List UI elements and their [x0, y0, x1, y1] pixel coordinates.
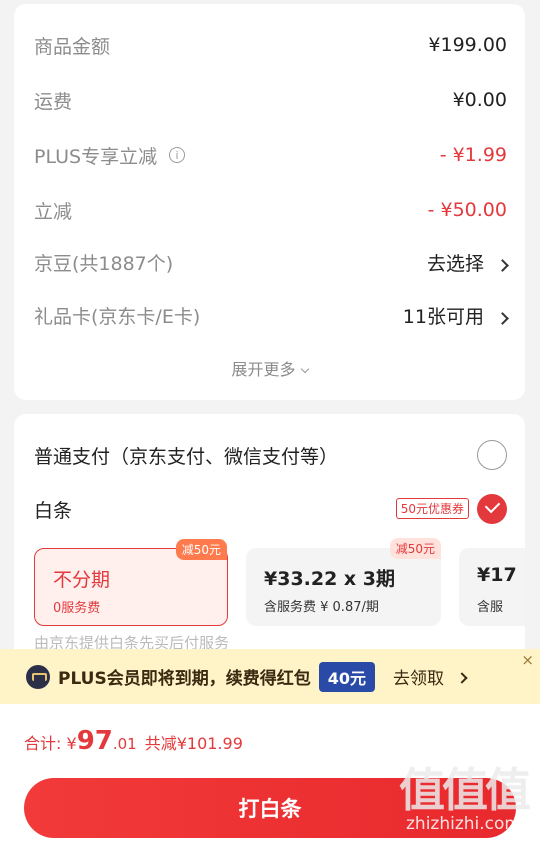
chevron-right-icon	[456, 672, 468, 684]
chevron-right-icon	[496, 258, 509, 272]
banner-text: PLUS会员即将到期，续费得红包	[58, 669, 311, 689]
row-value: 去选择	[426, 252, 484, 275]
plus-logo-icon	[26, 664, 50, 689]
expand-more-label: 展开更多	[231, 360, 296, 379]
plan-3-installments[interactable]: 减50元 ¥33.22 x 3期 含服务费 ¥ 0.87/期	[246, 538, 441, 626]
radio-normal-pay[interactable]	[477, 440, 507, 470]
discount-badge: 减50元	[389, 538, 441, 559]
row-value: - ¥1.99	[439, 144, 507, 166]
row-label: 京豆(共1887个)	[34, 252, 174, 275]
row-goods-amount: 商品金额 ¥199.00	[34, 30, 507, 60]
total-saving: 共减¥101.99	[144, 734, 243, 753]
plan-title: 不分期	[53, 569, 111, 591]
plan-sub: 0服务费	[53, 601, 101, 616]
row-jingdou[interactable]: 京豆(共1887个) 去选择	[34, 247, 509, 277]
row-label: 立减	[34, 200, 73, 223]
price-summary-card: 商品金额 ¥199.00 运费 ¥0.00 PLUS专享立减 i - ¥1.99…	[14, 4, 525, 400]
plan-next-installment[interactable]: ¥17 含服	[459, 548, 525, 626]
total-currency: ¥	[66, 734, 77, 753]
plan-no-installment[interactable]: 减50元 不分期 0服务费	[34, 539, 228, 626]
chevron-right-icon	[496, 311, 509, 325]
plan-title: ¥17	[477, 564, 517, 586]
info-icon[interactable]: i	[169, 147, 186, 163]
row-value: ¥0.00	[452, 89, 507, 111]
total-decimal: .01	[112, 735, 137, 753]
total-label: 合计:	[24, 734, 62, 753]
payment-option-normal[interactable]: 普通支付（京东支付、微信支付等）	[34, 440, 507, 470]
plan-sub: 含服务费 ¥ 0.87/期	[264, 600, 379, 615]
checkout-footer: 合计: ¥ 97 .01 共减¥101.99 打白条 值值值 zhizhizhi…	[0, 704, 540, 843]
row-value: 11张可用	[402, 305, 484, 328]
close-icon[interactable]: ×	[521, 651, 534, 669]
row-label: 礼品卡(京东卡/E卡)	[34, 305, 201, 328]
row-shipping: 运费 ¥0.00	[34, 85, 507, 115]
row-label: 商品金额	[34, 35, 111, 58]
row-value: ¥199.00	[428, 34, 507, 56]
radio-baitiao-checked[interactable]	[477, 494, 507, 524]
banner-cta-label: 去领取	[393, 669, 445, 689]
plan-title: ¥33.22 x 3期	[264, 568, 396, 590]
banner-cta[interactable]: 去领取	[393, 664, 468, 689]
row-gift-card[interactable]: 礼品卡(京东卡/E卡) 11张可用	[34, 300, 509, 330]
total-line: 合计: ¥ 97 .01 共减¥101.99	[24, 726, 243, 756]
watermark: 值值值 zhizhizhi.com	[399, 763, 531, 834]
amount-pill: 40元	[318, 661, 376, 692]
row-label: PLUS专享立减	[34, 145, 158, 168]
plus-renewal-banner[interactable]: PLUS会员即将到期，续费得红包 40元 去领取 ×	[0, 649, 540, 704]
total-integer: 97	[76, 726, 113, 756]
row-instant-discount: 立减 - ¥50.00	[34, 195, 507, 225]
coupon-tag[interactable]: 50元优惠券	[395, 498, 469, 519]
row-plus-discount: PLUS专享立减 i - ¥1.99	[34, 140, 507, 170]
plan-sub: 含服	[477, 600, 504, 615]
watermark-url: zhizhizhi.com	[406, 814, 521, 834]
payment-baitiao-label: 白条	[34, 499, 73, 522]
row-value: - ¥50.00	[427, 199, 507, 221]
row-label: 运费	[34, 90, 73, 113]
expand-more-button[interactable]: 展开更多	[14, 356, 525, 380]
discount-badge: 减50元	[175, 539, 227, 560]
payment-method-card: 普通支付（京东支付、微信支付等） 白条 50元优惠券 减50元 不分期 0服务费…	[14, 414, 525, 664]
watermark-glyphs: 值值值	[399, 763, 531, 817]
chevron-down-icon	[300, 364, 309, 374]
payment-normal-label: 普通支付（京东支付、微信支付等）	[34, 445, 339, 468]
